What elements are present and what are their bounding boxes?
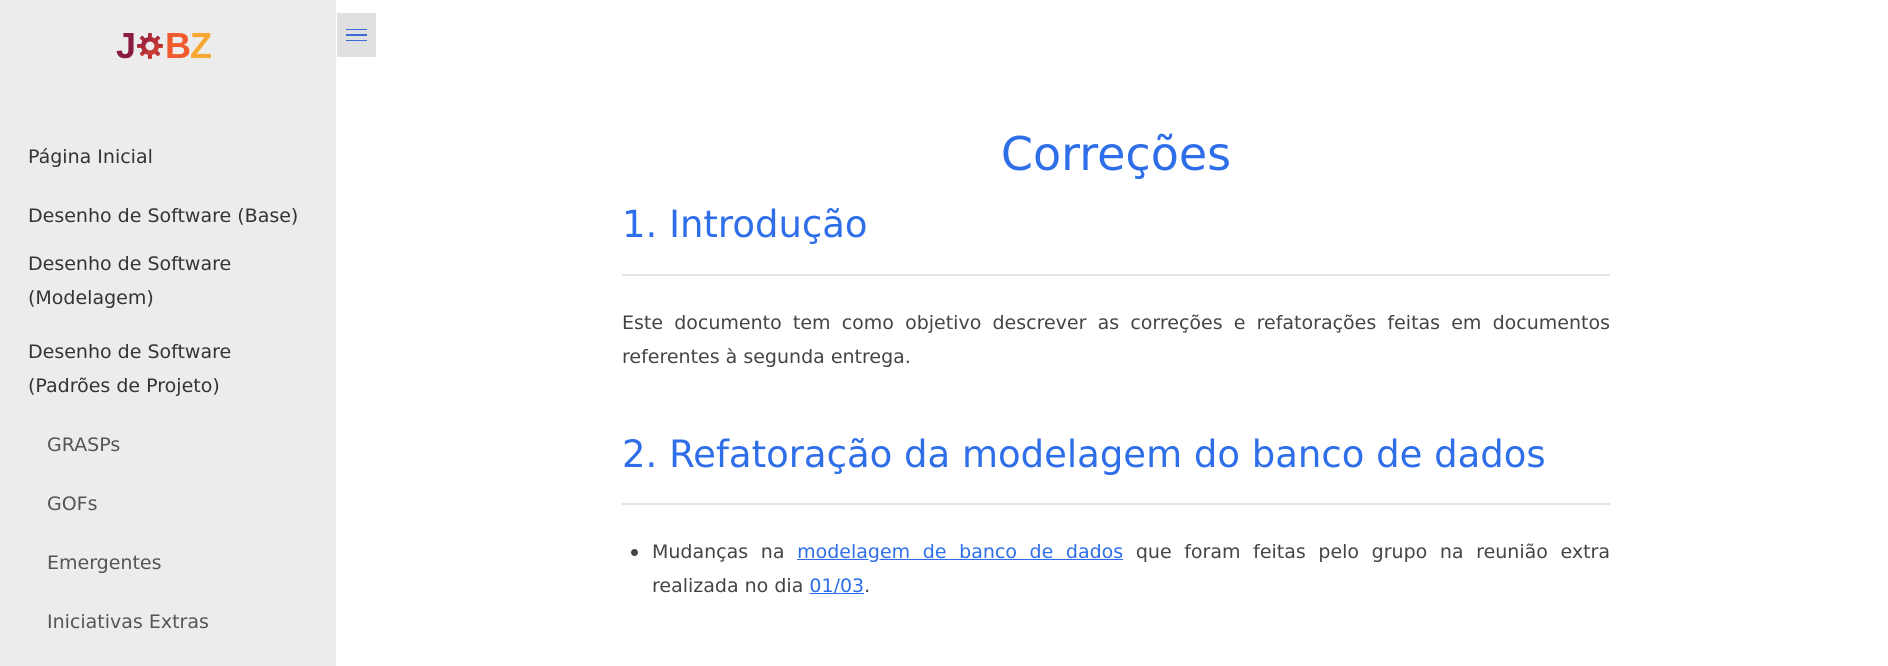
sidebar-item-desenho-padroes[interactable]: Desenho de Software (Padrões de Projeto) xyxy=(0,335,278,403)
menu-toggle-button[interactable] xyxy=(337,13,376,57)
sidebar-subitem-emergentes[interactable]: Emergentes xyxy=(0,546,336,580)
section-divider xyxy=(622,274,1610,276)
logo-letter-j: J xyxy=(116,25,136,66)
gear-icon xyxy=(137,33,164,59)
bullet-icon xyxy=(631,549,638,556)
bullet-suffix: . xyxy=(864,575,871,597)
sidebar-item-desenho-base[interactable]: Desenho de Software (Base) xyxy=(0,199,336,233)
sidebar-item-desenho-modelagem[interactable]: Desenho de Software (Modelagem) xyxy=(0,247,268,315)
refatoracao-list: Mudanças na modelagem de banco de dados … xyxy=(622,535,1610,603)
sidebar-subitem-iniciativas-extras[interactable]: Iniciativas Extras xyxy=(0,605,336,639)
logo-letter-b: B xyxy=(165,25,191,66)
sidebar-nav: Página Inicial Desenho de Software (Base… xyxy=(0,140,336,664)
section-heading-refatoracao: 2. Refatoração da modelagem do banco de … xyxy=(622,433,1546,476)
hamburger-icon-line xyxy=(346,28,367,31)
sidebar: J B Z Página Inicial Desenho de Software… xyxy=(0,0,336,666)
sidebar-item-pagina-inicial[interactable]: Página Inicial xyxy=(0,140,336,174)
intro-paragraph: Este documento tem como objetivo descrev… xyxy=(622,312,1610,368)
hamburger-icon-line xyxy=(346,34,367,36)
modelagem-banco-link[interactable]: modelagem de banco de dados xyxy=(797,541,1123,563)
sidebar-subitem-gofs[interactable]: GOFs xyxy=(0,487,336,521)
section-divider xyxy=(622,503,1610,505)
page-title: Correções xyxy=(1000,127,1232,181)
bullet-prefix: Mudanças na xyxy=(652,541,785,563)
date-link[interactable]: 01/03 xyxy=(809,575,864,597)
hamburger-icon-line xyxy=(346,39,367,42)
section-heading-introducao: 1. Introdução xyxy=(622,203,868,246)
sidebar-subitem-grasps[interactable]: GRASPs xyxy=(0,428,336,462)
list-item: Mudanças na modelagem de banco de dados … xyxy=(622,535,1610,603)
jobz-logo[interactable]: J B Z xyxy=(116,25,212,66)
logo-letter-z: Z xyxy=(190,25,212,66)
bullet-middle: que foram feitas pelo grupo na reunião e… xyxy=(652,541,1611,597)
